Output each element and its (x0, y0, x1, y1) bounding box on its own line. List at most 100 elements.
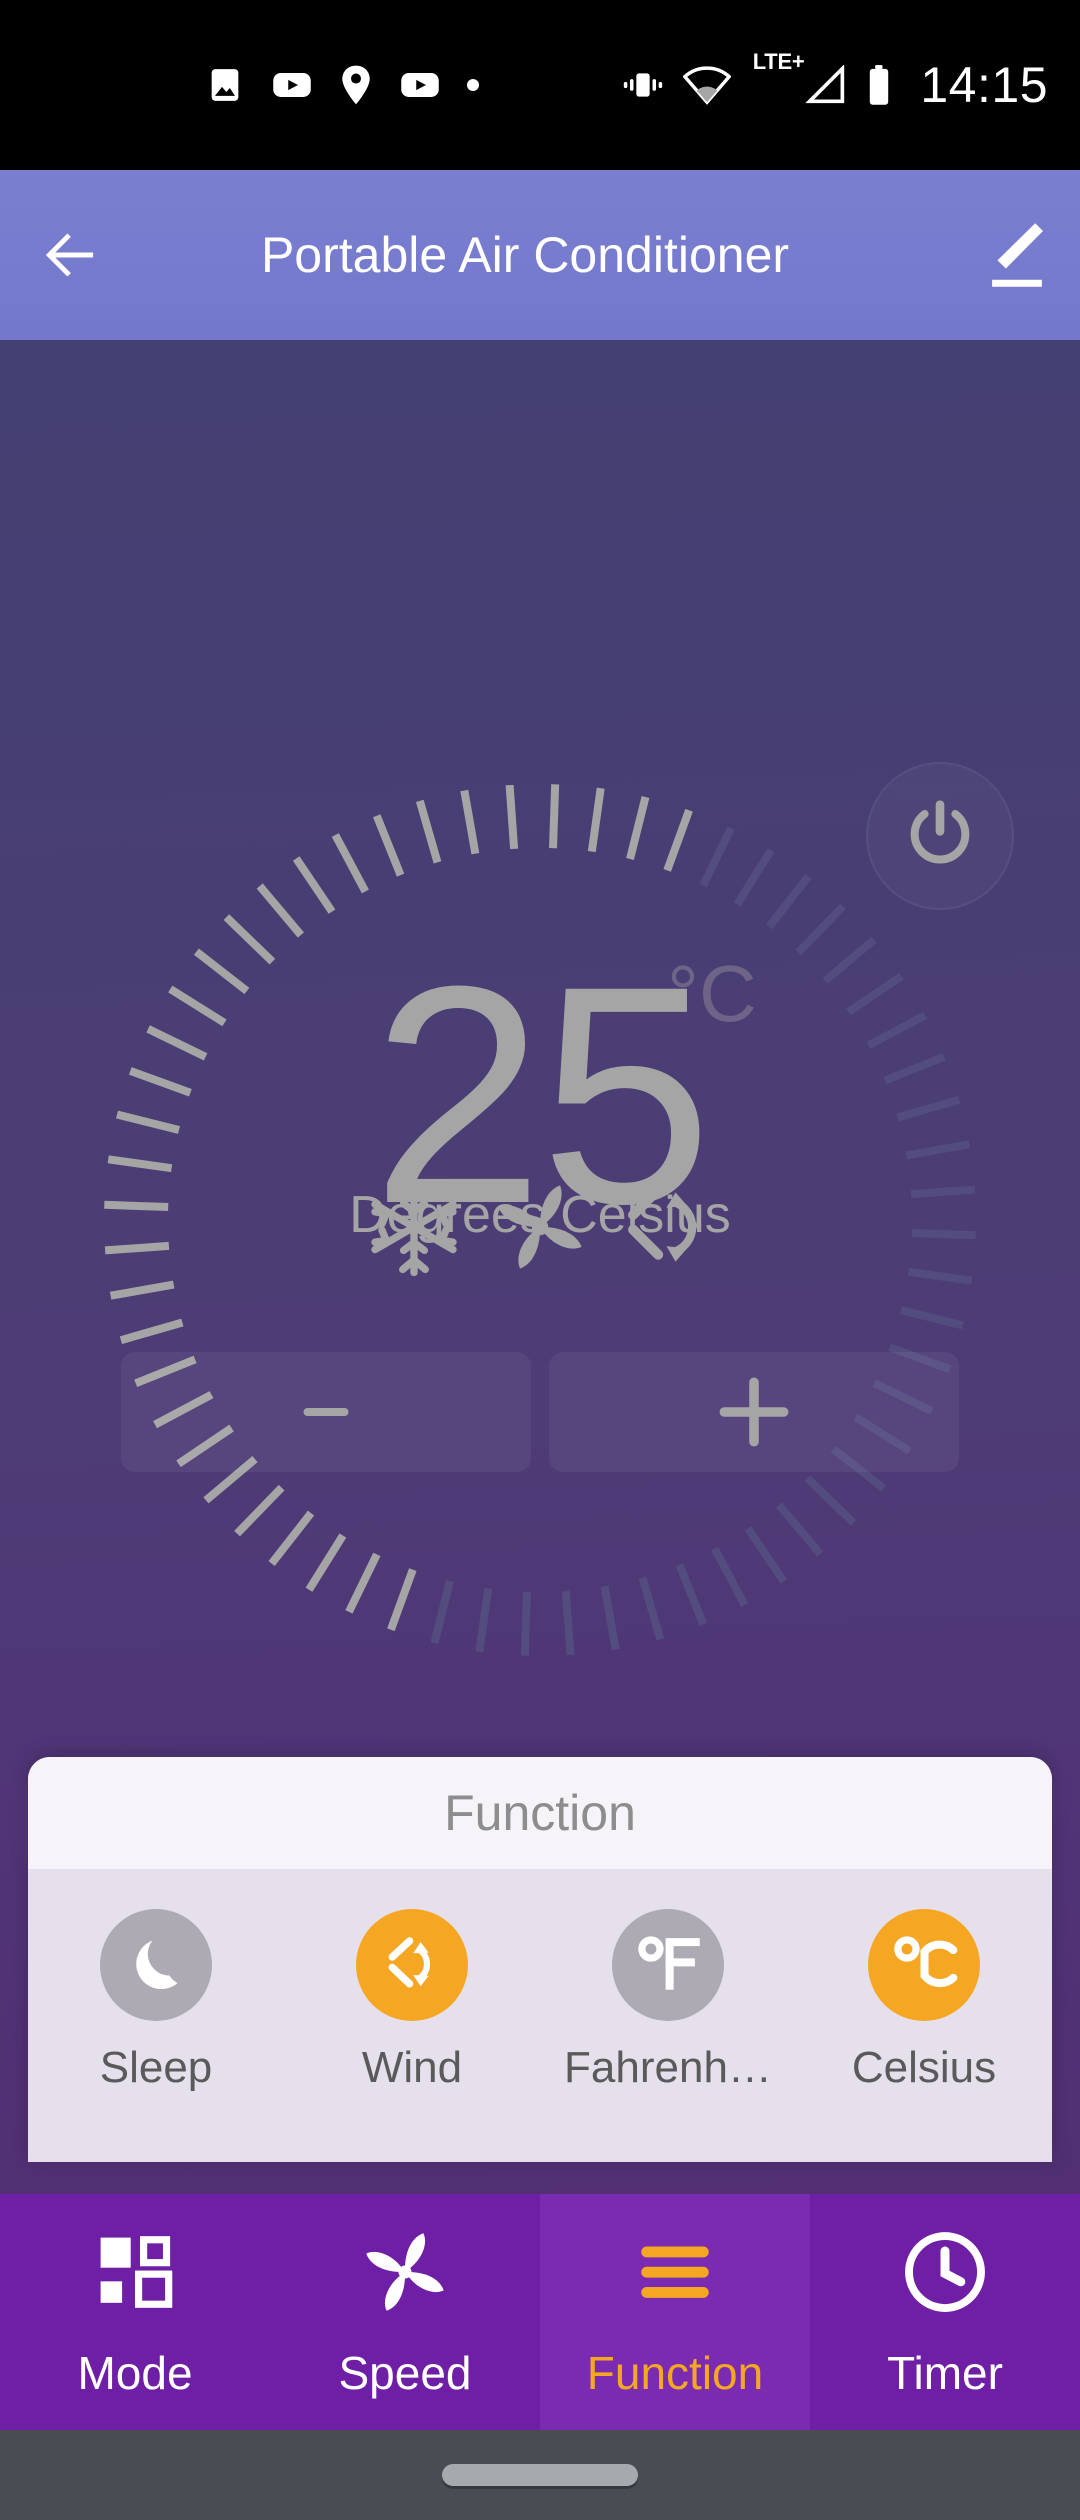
dot-icon (467, 79, 479, 91)
dial-tick (475, 1587, 493, 1653)
dial-tick (626, 796, 650, 860)
dial-tick (846, 972, 904, 1016)
temperature-decrease-button[interactable] (121, 1352, 531, 1472)
dial-tick (505, 784, 519, 850)
dial-tick (256, 883, 304, 938)
edit-button[interactable] (950, 170, 1080, 340)
function-item-fahrenheit[interactable]: Fahrenh… (540, 1909, 796, 2093)
signal-icon (805, 65, 845, 104)
dial-tick (193, 948, 250, 995)
function-panel: Function Sleep Wind Fahrenh… Celsius (28, 1757, 1052, 2162)
dial-tick (305, 1533, 347, 1592)
fan-icon (359, 2224, 451, 2320)
dial-tick (900, 1306, 964, 1330)
nav-item-label: Speed (338, 2347, 472, 2399)
dial-tick (896, 1095, 961, 1122)
dial-tick (331, 833, 369, 894)
dial-tick (905, 1140, 971, 1160)
plus-icon (719, 1377, 789, 1447)
dial-tick (520, 1591, 531, 1656)
youtube-icon (273, 73, 311, 97)
function-item-label: Sleep (99, 2043, 213, 2092)
dial-tick (104, 1241, 170, 1255)
function-icon-bubble (612, 1909, 724, 2021)
status-bar-system-icons: LTE+ 14:15 (621, 51, 1048, 113)
dial-tick (109, 1280, 175, 1300)
function-item-wind[interactable]: Wind (284, 1909, 540, 2093)
dial-tick (911, 1229, 976, 1240)
temperature-increase-button[interactable] (549, 1352, 959, 1472)
nav-item-speed[interactable]: Speed (270, 2194, 540, 2430)
dial-tick (866, 1011, 927, 1049)
dial-tick (776, 1502, 824, 1557)
dial-tick (804, 1475, 857, 1526)
dial-tick (104, 1200, 169, 1211)
dial-tick (430, 1580, 454, 1644)
function-item-label: Celsius (851, 2043, 997, 2092)
dial-tick (549, 784, 560, 849)
function-item-label: Wind (361, 2043, 463, 2092)
bottom-navigation: Mode Speed Function Timer (0, 2194, 1080, 2430)
dial-ticks (104, 784, 976, 1656)
function-icon-bubble (100, 1909, 212, 2021)
nav-item-label: Mode (77, 2347, 193, 2399)
function-icon-bubble (868, 1909, 980, 2021)
dial-tick (561, 1590, 575, 1656)
nav-item-label: Function (586, 2347, 764, 2399)
app-bar: Portable Air Conditioner (0, 170, 1080, 340)
page-title: Portable Air Conditioner (260, 227, 790, 283)
nav-item-mode[interactable]: Mode (0, 2194, 270, 2430)
network-type-label: LTE+ (752, 49, 805, 74)
dial-tick (711, 1546, 749, 1607)
dial-tick (460, 789, 480, 855)
system-gesture-bar (0, 2430, 1080, 2520)
function-item-sleep[interactable]: Sleep (28, 1909, 284, 2093)
back-button[interactable] (10, 170, 130, 340)
dial-tick (699, 826, 735, 888)
wifi-icon (682, 66, 731, 105)
dial-tick (223, 914, 276, 965)
dial-tick (107, 1155, 173, 1173)
dial-tick (600, 1585, 620, 1651)
dial-tick (587, 787, 605, 853)
dial-tick (883, 1052, 946, 1085)
dial-tick (907, 1267, 973, 1285)
dial-tick (128, 1067, 192, 1097)
function-panel-title: Function (28, 1757, 1052, 1869)
dial-tick (744, 1526, 788, 1584)
dial-tick (119, 1318, 184, 1345)
temperature-adjust-row (0, 1352, 1080, 1472)
dial-tick (638, 1576, 665, 1641)
status-bar: LTE+ 14:15 (0, 0, 1080, 170)
dial-tick (345, 1552, 381, 1614)
dial-tick (733, 848, 775, 907)
nav-item-label: Timer (887, 2347, 1003, 2399)
vibrate-icon (623, 73, 662, 97)
dial-tick (910, 1185, 976, 1199)
location-pin-icon (342, 65, 370, 105)
dial-tick (116, 1110, 180, 1134)
dial-tick (765, 873, 812, 930)
home-handle[interactable] (442, 2464, 638, 2486)
dial-tick (234, 1484, 285, 1537)
image-icon (211, 69, 239, 101)
status-bar-notifications (205, 64, 479, 106)
celsius-icon (894, 1936, 958, 1988)
function-panel-items: Sleep Wind Fahrenh… Celsius (28, 1869, 1052, 2162)
dial-tick (675, 1563, 708, 1626)
dial-tick (795, 903, 846, 956)
swing-arrows-icon (388, 1937, 431, 1988)
dial-tick (372, 814, 405, 877)
function-item-celsius[interactable]: Celsius (796, 1909, 1052, 2093)
status-bar-clock: 14:15 (920, 57, 1048, 113)
pencil-icon (992, 223, 1043, 287)
youtube-icon (401, 73, 439, 97)
clock-icon (900, 2224, 990, 2320)
hamburger-icon (630, 2224, 720, 2320)
fahrenheit-icon (638, 1936, 700, 1990)
dial-tick (292, 856, 336, 914)
function-item-label: Fahrenh… (564, 2043, 772, 2092)
nav-item-timer[interactable]: Timer (810, 2194, 1080, 2430)
dial-tick (822, 936, 877, 984)
nav-item-function[interactable]: Function (540, 2194, 810, 2430)
